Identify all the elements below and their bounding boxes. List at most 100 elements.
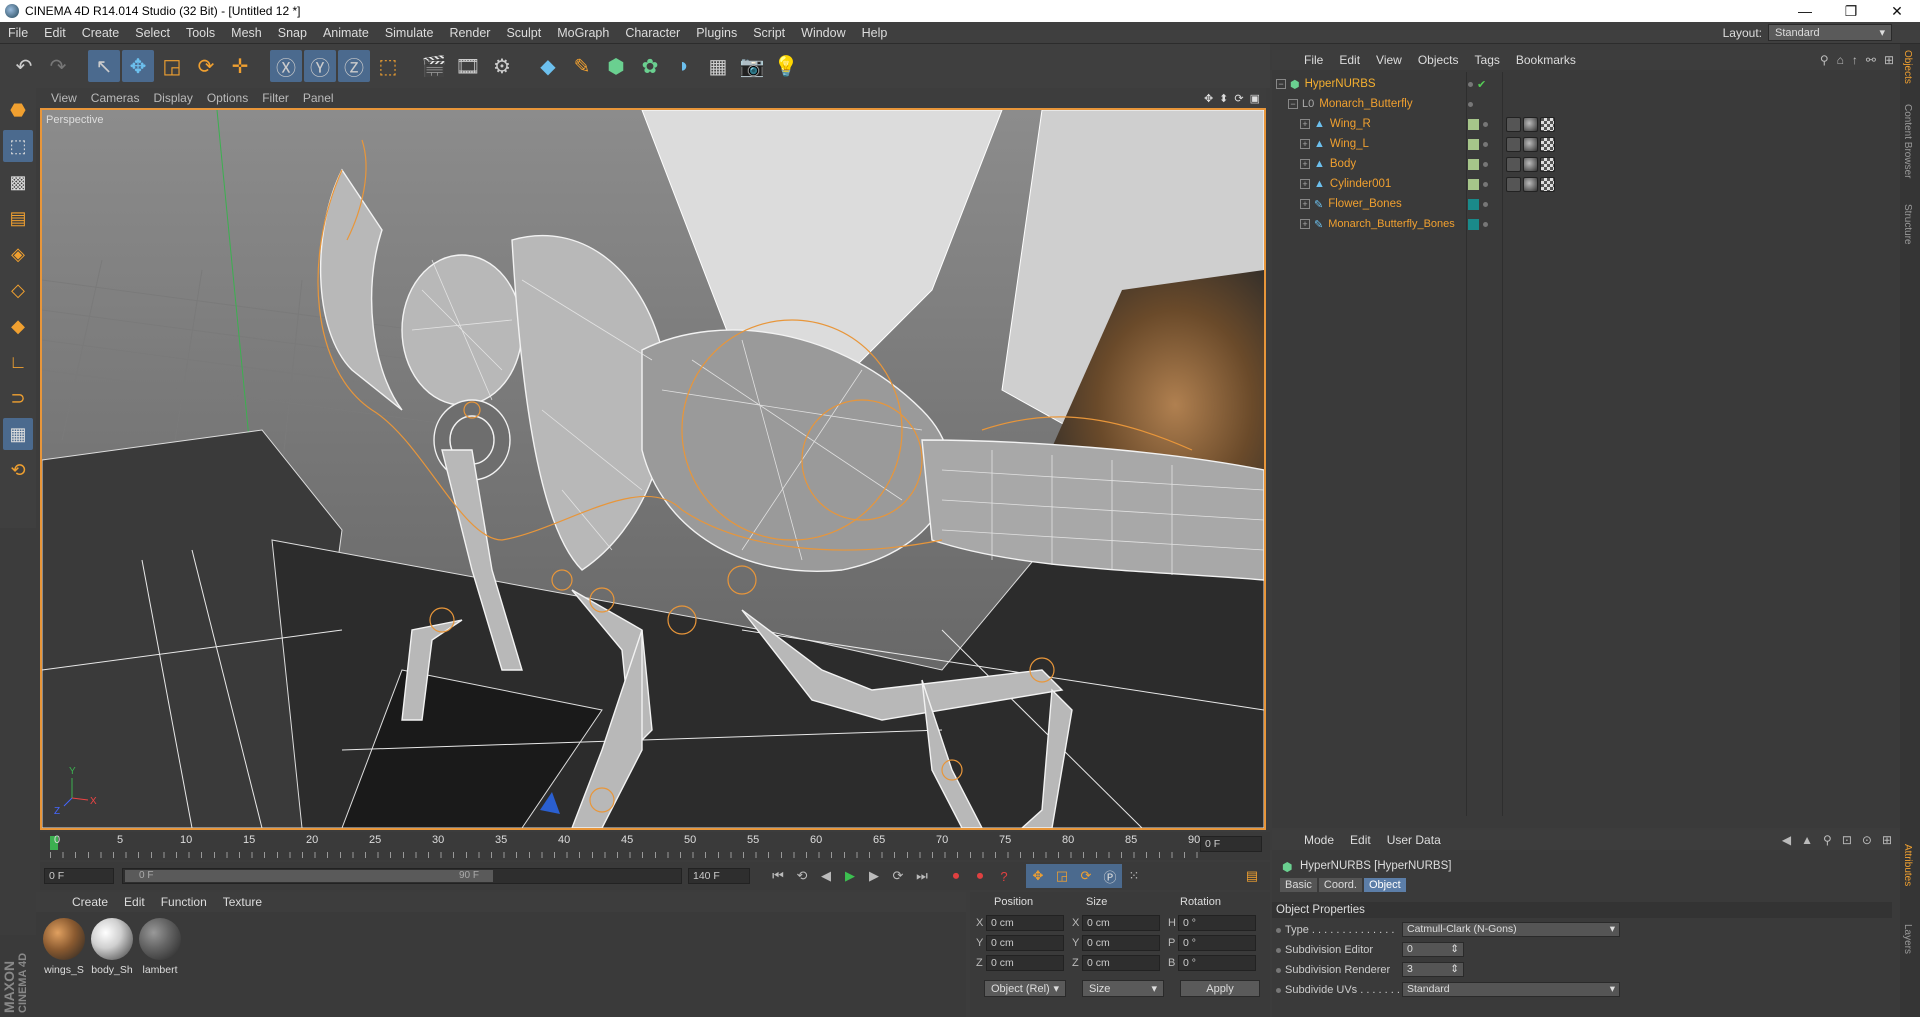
- menu-create[interactable]: Create: [74, 26, 128, 40]
- menu-character[interactable]: Character: [617, 26, 688, 40]
- record-keys-icon[interactable]: ⏺: [944, 864, 968, 888]
- type-dropdown[interactable]: Catmull-Clark (N-Gons) ▾: [1402, 922, 1620, 937]
- stepper-icon[interactable]: ⇕: [1450, 943, 1459, 956]
- material-tag-icon[interactable]: [1523, 116, 1538, 132]
- back-arrow-icon[interactable]: ◀: [1782, 833, 1791, 847]
- close-button[interactable]: ✕: [1874, 3, 1920, 20]
- layer-color-swatch[interactable]: [1468, 158, 1479, 170]
- texture-tag-icon[interactable]: [1540, 136, 1555, 152]
- editor-visibility-dot[interactable]: [1468, 81, 1473, 87]
- om-menu-file[interactable]: File: [1296, 53, 1331, 67]
- expand-toggle[interactable]: +: [1300, 199, 1310, 209]
- object-name[interactable]: Body: [1330, 158, 1356, 170]
- object-name[interactable]: Cylinder001: [1330, 178, 1391, 190]
- tab-coord[interactable]: Coord.: [1318, 878, 1362, 892]
- texture-tag-icon[interactable]: [1540, 116, 1555, 132]
- object-row[interactable]: − L0 Monarch_Butterfly: [1272, 94, 1900, 114]
- spline-pen-button[interactable]: ✎: [566, 50, 598, 82]
- expand-toggle[interactable]: +: [1300, 219, 1310, 229]
- new-panel-icon[interactable]: ⊞: [1884, 53, 1894, 67]
- expand-toggle[interactable]: +: [1300, 179, 1310, 189]
- object-name[interactable]: Flower_Bones: [1328, 198, 1402, 210]
- menu-render[interactable]: Render: [441, 26, 498, 40]
- expand-toggle[interactable]: +: [1300, 139, 1310, 149]
- planar-workplane-icon[interactable]: ⟲: [3, 454, 33, 486]
- object-row[interactable]: + ✎ Monarch_Butterfly_Bones: [1272, 214, 1900, 234]
- edges-mode-icon[interactable]: ◇: [3, 274, 33, 306]
- menu-window[interactable]: Window: [793, 26, 853, 40]
- mat-menu-create[interactable]: Create: [64, 895, 116, 909]
- attr-menu-mode[interactable]: Mode: [1296, 833, 1342, 847]
- go-to-end-icon[interactable]: ⏭: [910, 864, 934, 888]
- object-row[interactable]: + ▲ Body: [1272, 154, 1900, 174]
- layer-color-swatch[interactable]: [1468, 218, 1479, 230]
- dolly-view-icon[interactable]: ⬍: [1219, 92, 1228, 105]
- rotation-h-field[interactable]: 0 °: [1178, 915, 1256, 931]
- position-y-field[interactable]: 0 cm: [986, 935, 1064, 951]
- play-icon[interactable]: ▶: [838, 864, 862, 888]
- viewport-menu-options[interactable]: Options: [200, 91, 255, 105]
- stepper-icon[interactable]: ⇕: [1450, 963, 1459, 976]
- tab-structure[interactable]: Structure: [1902, 204, 1913, 245]
- live-selection-button[interactable]: ↖: [88, 50, 120, 82]
- deformer-button[interactable]: ◗: [668, 50, 700, 82]
- menu-edit[interactable]: Edit: [36, 26, 74, 40]
- object-name[interactable]: Wing_L: [1330, 138, 1369, 150]
- polygons-mode-icon[interactable]: ◆: [3, 310, 33, 342]
- range-slider[interactable]: 0 F 90 F: [122, 868, 682, 884]
- tab-objects[interactable]: Objects: [1902, 50, 1913, 84]
- material-swatch[interactable]: wings_S: [42, 918, 86, 976]
- object-row[interactable]: + ✎ Flower_Bones: [1272, 194, 1900, 214]
- enabled-check-icon[interactable]: ✔: [1477, 78, 1486, 91]
- end-frame-field[interactable]: 140 F: [688, 868, 750, 884]
- om-menu-objects[interactable]: Objects: [1410, 53, 1467, 67]
- autokeying-icon[interactable]: ⏺: [968, 864, 992, 888]
- animation-dot[interactable]: [1276, 927, 1281, 933]
- viewport-menu-display[interactable]: Display: [146, 91, 199, 105]
- texture-tag-icon[interactable]: [1540, 156, 1555, 172]
- tab-content-browser[interactable]: Content Browser: [1902, 104, 1913, 178]
- size-z-field[interactable]: 0 cm: [1082, 955, 1160, 971]
- render-view-button[interactable]: 🎬: [418, 50, 450, 82]
- size-x-field[interactable]: 0 cm: [1082, 915, 1160, 931]
- previous-key-icon[interactable]: ⟲: [790, 864, 814, 888]
- collapse-toggle[interactable]: −: [1276, 79, 1286, 89]
- array-button[interactable]: ✿: [634, 50, 666, 82]
- editor-visibility-dot[interactable]: [1483, 221, 1488, 227]
- cube-primitive-button[interactable]: ◆: [532, 50, 564, 82]
- uvw-tag-icon[interactable]: [1506, 116, 1521, 132]
- om-menu-view[interactable]: View: [1368, 53, 1410, 67]
- move-tool-button[interactable]: ✥: [122, 50, 154, 82]
- object-row[interactable]: + ▲ Wing_R: [1272, 114, 1900, 134]
- record-position-icon[interactable]: ✥: [1026, 864, 1050, 888]
- maximize-button[interactable]: ❐: [1828, 3, 1874, 20]
- light-button[interactable]: 💡: [770, 50, 802, 82]
- recent-tool-button[interactable]: ✛: [224, 50, 256, 82]
- timeline-ruler[interactable]: 0 5 10 15 20 25 30 35 40 45 50 55 60 65 70 75 80 85 90 0 F: [40, 832, 1270, 860]
- render-settings-button[interactable]: ⚙: [486, 50, 518, 82]
- menu-sculpt[interactable]: Sculpt: [498, 26, 549, 40]
- start-frame-field[interactable]: 0 F: [44, 868, 114, 884]
- menu-snap[interactable]: Snap: [270, 26, 315, 40]
- size-mode-dropdown[interactable]: Size ▾: [1082, 980, 1164, 997]
- editor-visibility-dot[interactable]: [1483, 161, 1488, 167]
- frame-ruler[interactable]: 0 5 10 15 20 25 30 35 40 45 50 55 60 65 70 75 80 85 90: [50, 832, 1200, 860]
- om-menu-edit[interactable]: Edit: [1331, 53, 1368, 67]
- material-swatch[interactable]: lambert: [138, 918, 182, 976]
- om-menu-bookmarks[interactable]: Bookmarks: [1508, 53, 1584, 67]
- home-icon[interactable]: ⌂: [1837, 53, 1844, 67]
- animation-dot[interactable]: [1276, 967, 1281, 973]
- points-mode-icon[interactable]: ◈: [3, 238, 33, 270]
- menu-plugins[interactable]: Plugins: [688, 26, 745, 40]
- up-arrow-icon[interactable]: ▲: [1801, 833, 1813, 847]
- next-key-icon[interactable]: ⟳: [886, 864, 910, 888]
- camera-button[interactable]: 📷: [736, 50, 768, 82]
- scale-tool-button[interactable]: ◲: [156, 50, 188, 82]
- range-handle[interactable]: 0 F 90 F: [125, 870, 493, 882]
- menu-mesh[interactable]: Mesh: [223, 26, 270, 40]
- snap-icon[interactable]: ⊃: [3, 382, 33, 414]
- mat-menu-function[interactable]: Function: [153, 895, 215, 909]
- attr-menu-user-data[interactable]: User Data: [1379, 833, 1449, 847]
- apply-button[interactable]: Apply: [1180, 980, 1260, 997]
- subdivision-renderer-field[interactable]: 3 ⇕: [1402, 962, 1464, 977]
